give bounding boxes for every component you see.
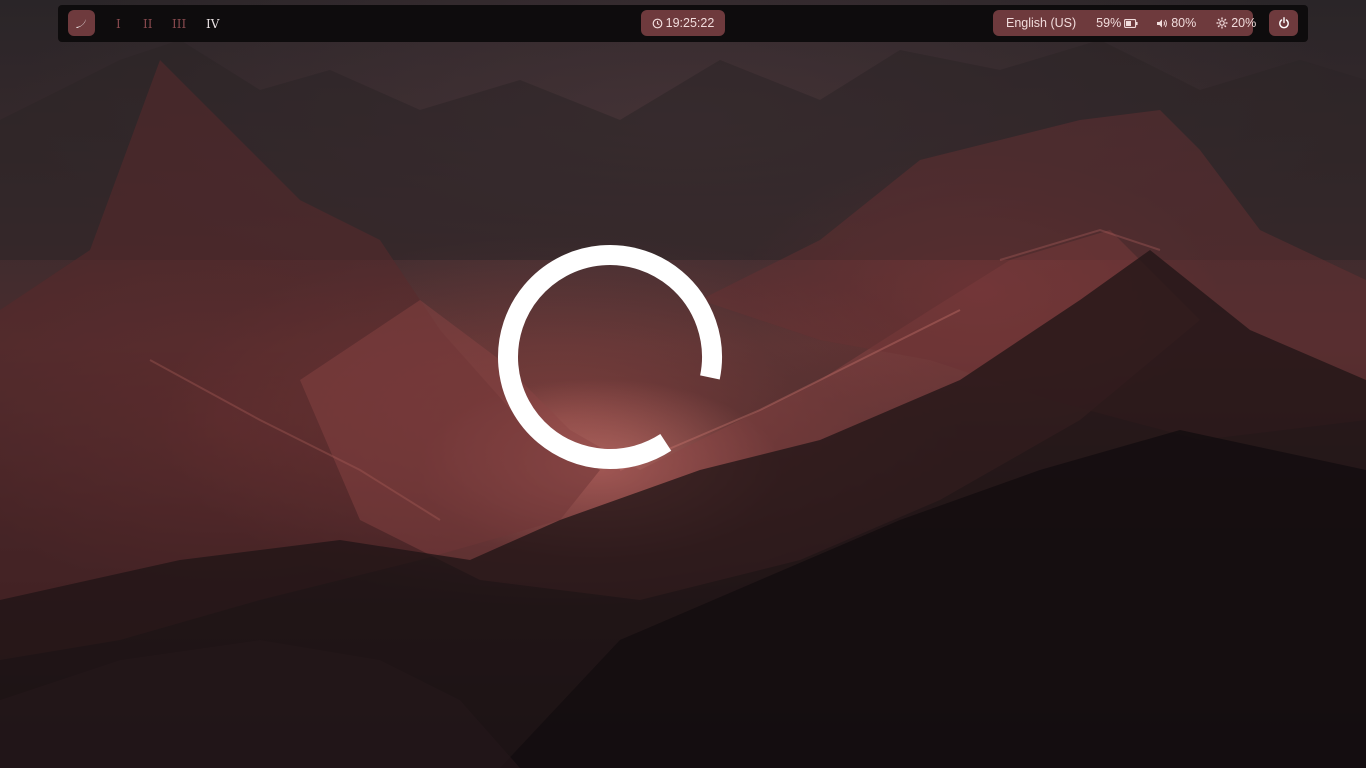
clock-widget[interactable]: 19:25:22 bbox=[641, 10, 725, 36]
workspace-1[interactable]: I bbox=[116, 17, 121, 31]
battery-icon bbox=[1124, 18, 1138, 28]
volume-percent: 80% bbox=[1171, 16, 1197, 30]
volume-indicator[interactable]: 80% bbox=[1156, 16, 1196, 30]
workspace-2[interactable]: II bbox=[143, 17, 152, 31]
battery-percent: 59% bbox=[1096, 16, 1122, 30]
workspace-3[interactable]: III bbox=[172, 17, 186, 31]
status-area: English (US) 59% 80% 20% bbox=[993, 10, 1256, 36]
keyboard-layout[interactable]: English (US) bbox=[1006, 16, 1076, 30]
workspace-4-active[interactable]: IV bbox=[206, 17, 219, 31]
clock-icon bbox=[652, 18, 663, 28]
power-icon bbox=[1278, 17, 1289, 29]
gear-brightness-icon bbox=[1216, 17, 1228, 29]
top-panel: I II III IV 19:25:22 English (US) 59% 80… bbox=[58, 5, 1308, 42]
speaker-icon bbox=[1157, 19, 1168, 27]
launcher-button[interactable] bbox=[68, 10, 95, 36]
brightness-percent: 20% bbox=[1231, 16, 1257, 30]
clock-time: 19:25:22 bbox=[665, 16, 715, 30]
brightness-indicator[interactable]: 20% bbox=[1216, 16, 1256, 30]
power-button[interactable] bbox=[1269, 10, 1298, 36]
battery-indicator[interactable]: 59% bbox=[1096, 16, 1138, 30]
crescent-logo-icon bbox=[75, 19, 86, 28]
open-ring-logo bbox=[480, 235, 740, 480]
